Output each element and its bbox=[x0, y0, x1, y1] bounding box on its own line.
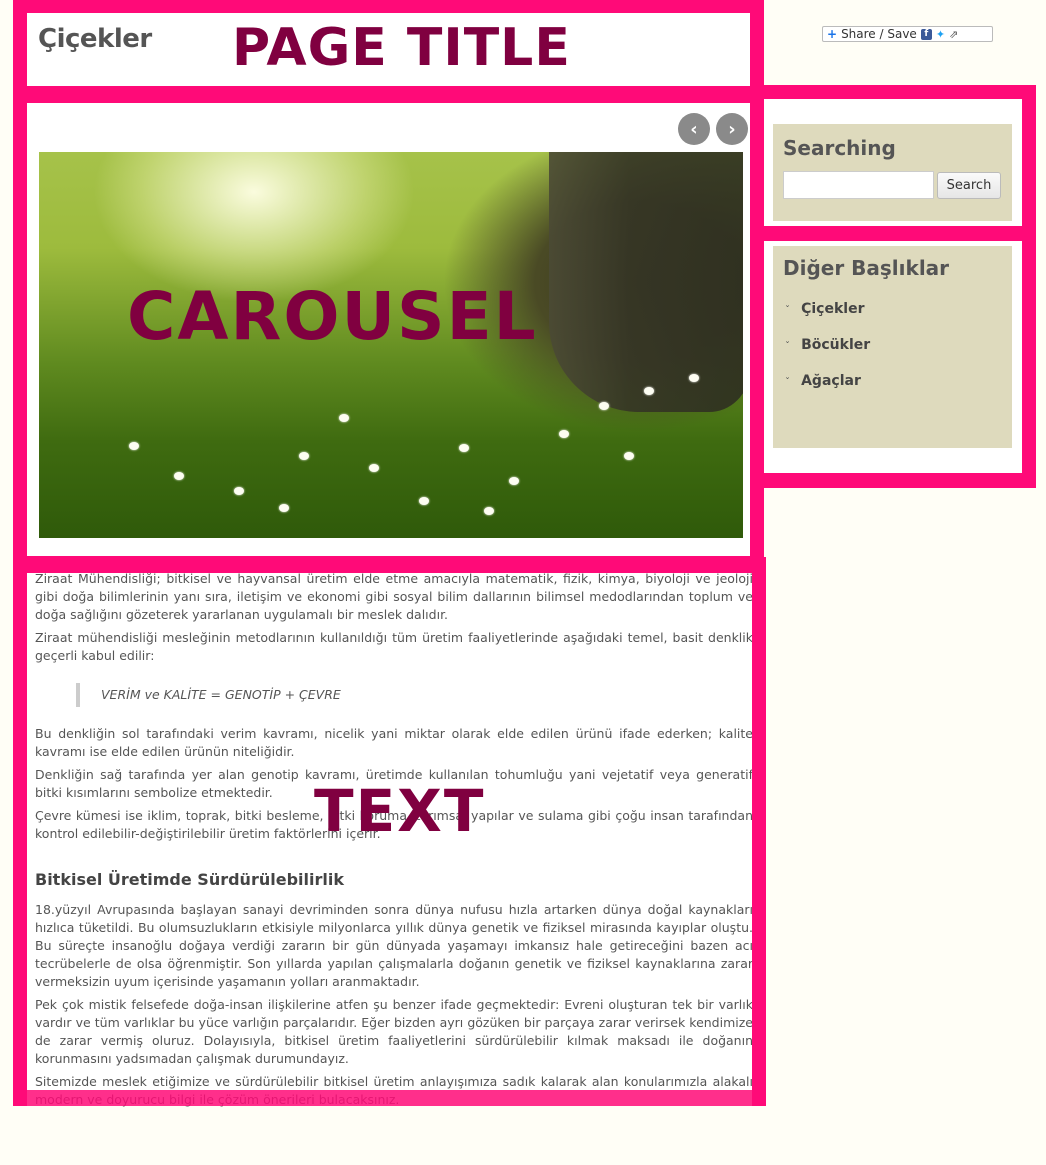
sidebar-item-cicekler[interactable]: ˇ Çiçekler bbox=[785, 298, 864, 317]
article-paragraph: Bu denkliğin sol tarafındaki verim kavra… bbox=[35, 726, 753, 759]
plus-icon: + bbox=[827, 27, 838, 41]
article-paragraph: Pek çok mistik felsefede doğa-insan iliş… bbox=[35, 997, 753, 1066]
flower-shape bbox=[299, 452, 309, 460]
flower-shape bbox=[644, 387, 654, 395]
sidebar-item-agaclar[interactable]: ˇ Ağaçlar bbox=[785, 370, 861, 389]
page-title-overlay-label: PAGE TITLE bbox=[232, 18, 571, 78]
section-heading: Bitkisel Üretimde Sürdürülebilirlik bbox=[35, 870, 344, 889]
chevron-left-icon: ‹ bbox=[690, 118, 698, 140]
sidebar-item-bocukler[interactable]: ˇ Böcükler bbox=[785, 334, 870, 353]
formula-quote: VERİM ve KALİTE = GENOTİP + ÇEVRE bbox=[76, 683, 753, 707]
other-titles-heading: Diğer Başlıklar bbox=[783, 256, 950, 280]
search-button[interactable]: Search bbox=[937, 172, 1001, 199]
flower-shape bbox=[419, 497, 429, 505]
flower-shape bbox=[559, 430, 569, 438]
text-overlay-label: TEXT bbox=[314, 777, 486, 845]
tree-trunk-shape bbox=[549, 152, 743, 412]
flower-shape bbox=[339, 414, 349, 422]
article-paragraph: Ziraat Mühendisliği; bitkisel ve hayvans… bbox=[35, 571, 753, 622]
flower-shape bbox=[174, 472, 184, 480]
flower-shape bbox=[234, 487, 244, 495]
site-title[interactable]: Çiçekler bbox=[38, 24, 152, 54]
flower-shape bbox=[129, 442, 139, 450]
flower-shape bbox=[624, 452, 634, 460]
bullet-icon: ˇ bbox=[785, 341, 790, 352]
carousel-prev-button[interactable]: ‹ bbox=[678, 113, 710, 145]
sidebar-item-label[interactable]: Böcükler bbox=[801, 337, 870, 353]
flower-shape bbox=[599, 402, 609, 410]
article-paragraph: 18.yüzyıl Avrupasında başlayan sanayi de… bbox=[35, 902, 753, 989]
text-region-frame-right bbox=[752, 557, 766, 1106]
facebook-icon[interactable]: f bbox=[920, 28, 932, 40]
share-label: Share / Save bbox=[841, 27, 917, 41]
flower-shape bbox=[369, 464, 379, 472]
flower-shape bbox=[459, 444, 469, 452]
chevron-right-icon: › bbox=[728, 118, 736, 140]
sidebar-item-label[interactable]: Ağaçlar bbox=[801, 373, 861, 389]
search-input[interactable] bbox=[783, 171, 934, 199]
share-save-button[interactable]: + Share / Save f ✦ ⇗ bbox=[822, 26, 993, 42]
share-arrow-icon[interactable]: ⇗ bbox=[949, 28, 958, 41]
search-widget-title: Searching bbox=[783, 136, 896, 160]
flower-shape bbox=[689, 374, 699, 382]
twitter-icon[interactable]: ✦ bbox=[936, 28, 945, 41]
text-region-frame-bottom bbox=[13, 1090, 766, 1106]
flower-shape bbox=[279, 504, 289, 512]
carousel-next-button[interactable]: › bbox=[716, 113, 748, 145]
article-paragraph: Ziraat mühendisliği mesleğinin metodları… bbox=[35, 630, 753, 663]
bullet-icon: ˇ bbox=[785, 377, 790, 388]
flower-shape bbox=[509, 477, 519, 485]
sidebar-item-label[interactable]: Çiçekler bbox=[801, 301, 864, 317]
bullet-icon: ˇ bbox=[785, 305, 790, 316]
flower-shape bbox=[484, 507, 494, 515]
carousel-overlay-label: CAROUSEL bbox=[127, 278, 538, 355]
